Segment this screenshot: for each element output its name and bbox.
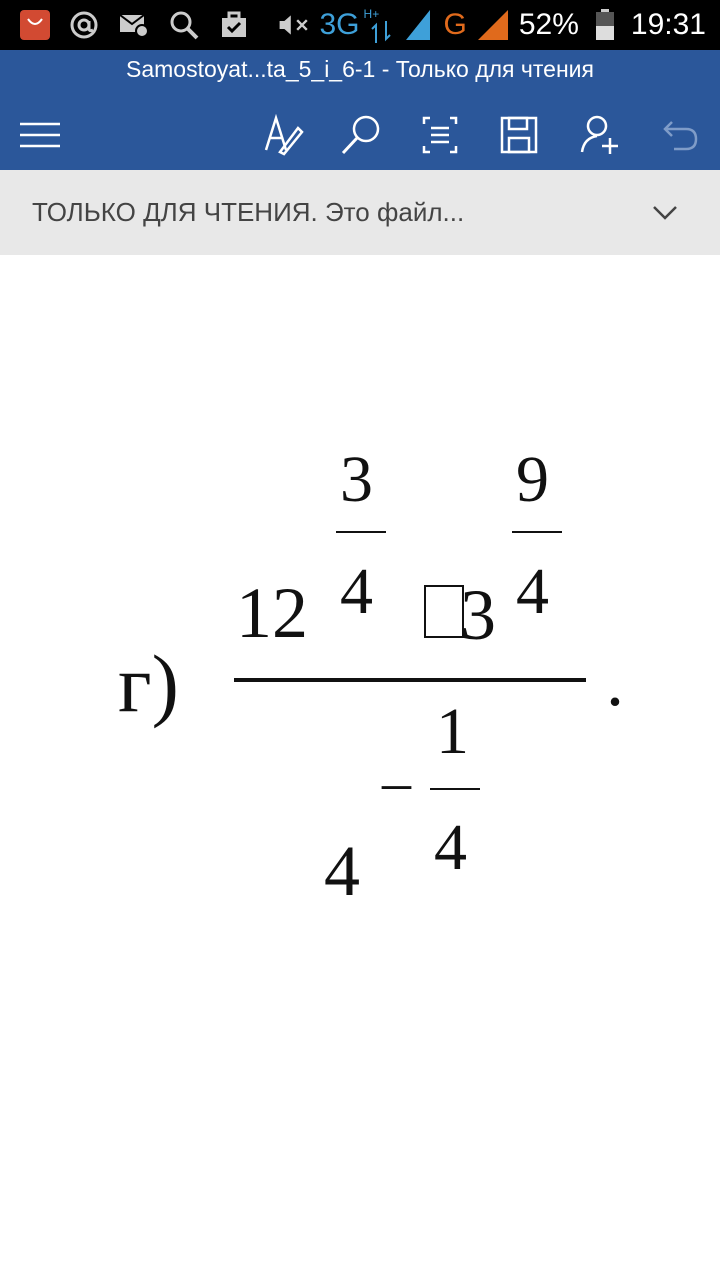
network-hplus-label: H+ <box>363 7 380 21</box>
search-button[interactable] <box>336 110 386 160</box>
reading-view-button[interactable] <box>415 110 465 160</box>
exp1-denominator: 4 <box>340 555 373 628</box>
exp2-fraction-bar <box>512 531 562 533</box>
save-button[interactable] <box>494 110 544 160</box>
exp2-numerator: 9 <box>516 443 549 516</box>
clock: 19:31 <box>630 8 706 41</box>
main-fraction-bar <box>234 678 586 682</box>
reading-view-icon <box>422 116 458 154</box>
at-sign-icon <box>68 9 100 41</box>
app-bar: Samostoyat...ta_5_i_6-1 - Только для чте… <box>0 50 720 170</box>
status-bar: 3G H+ G 52% 19:31 <box>0 0 720 50</box>
den-exp-denominator: 4 <box>434 811 467 884</box>
aliexpress-icon <box>20 10 50 40</box>
save-icon <box>500 116 538 154</box>
edit-pen-icon <box>264 114 304 156</box>
search-icon <box>341 115 380 155</box>
undo-button[interactable] <box>655 110 705 160</box>
den-exp-numerator: 1 <box>436 695 469 768</box>
network-g-label: G <box>443 8 467 41</box>
den-exp-fraction-bar <box>430 788 480 790</box>
network-3g-label: 3G <box>319 8 360 41</box>
numerator-base-2: 3 <box>460 575 496 655</box>
banner-text: ТОЛЬКО ДЛЯ ЧТЕНИЯ. Это файл... <box>32 197 465 227</box>
exp1-numerator: 3 <box>340 443 373 516</box>
share-button[interactable] <box>576 110 626 160</box>
document-area: г) 12 3 4 3 9 4 . 4 – 1 4 <box>0 255 720 1280</box>
placeholder-box <box>424 585 464 638</box>
undo-icon <box>663 121 698 151</box>
denominator-base: 4 <box>324 831 360 911</box>
math-formula: г) 12 3 4 3 9 4 . 4 – 1 4 <box>0 255 720 1280</box>
signal-icon-2 <box>477 9 509 41</box>
end-dot: . <box>606 641 624 721</box>
battery-percent: 52% <box>518 8 579 41</box>
document-title: Samostoyat...ta_5_i_6-1 - Только для чте… <box>126 56 594 82</box>
battery-icon <box>589 9 621 41</box>
menu-button[interactable] <box>15 110 65 160</box>
briefcase-icon <box>218 9 250 41</box>
exp2-denominator: 4 <box>516 555 549 628</box>
item-label: г) <box>118 638 179 729</box>
edit-button[interactable] <box>258 110 308 160</box>
exp1-fraction-bar <box>336 531 386 533</box>
menu-icon <box>20 122 60 148</box>
search-icon <box>168 9 200 41</box>
toolbar <box>0 100 720 170</box>
den-exp-sign: – <box>382 749 411 814</box>
signal-icon-1 <box>402 9 434 41</box>
read-only-banner[interactable]: ТОЛЬКО ДЛЯ ЧТЕНИЯ. Это файл... <box>0 170 720 255</box>
share-person-icon <box>580 115 618 154</box>
mute-icon <box>278 9 310 41</box>
mail-icon <box>118 9 150 41</box>
numerator-base-1: 12 <box>236 573 308 653</box>
chevron-down-icon[interactable] <box>650 198 680 228</box>
network-hplus-indicator: H+ <box>364 7 392 43</box>
